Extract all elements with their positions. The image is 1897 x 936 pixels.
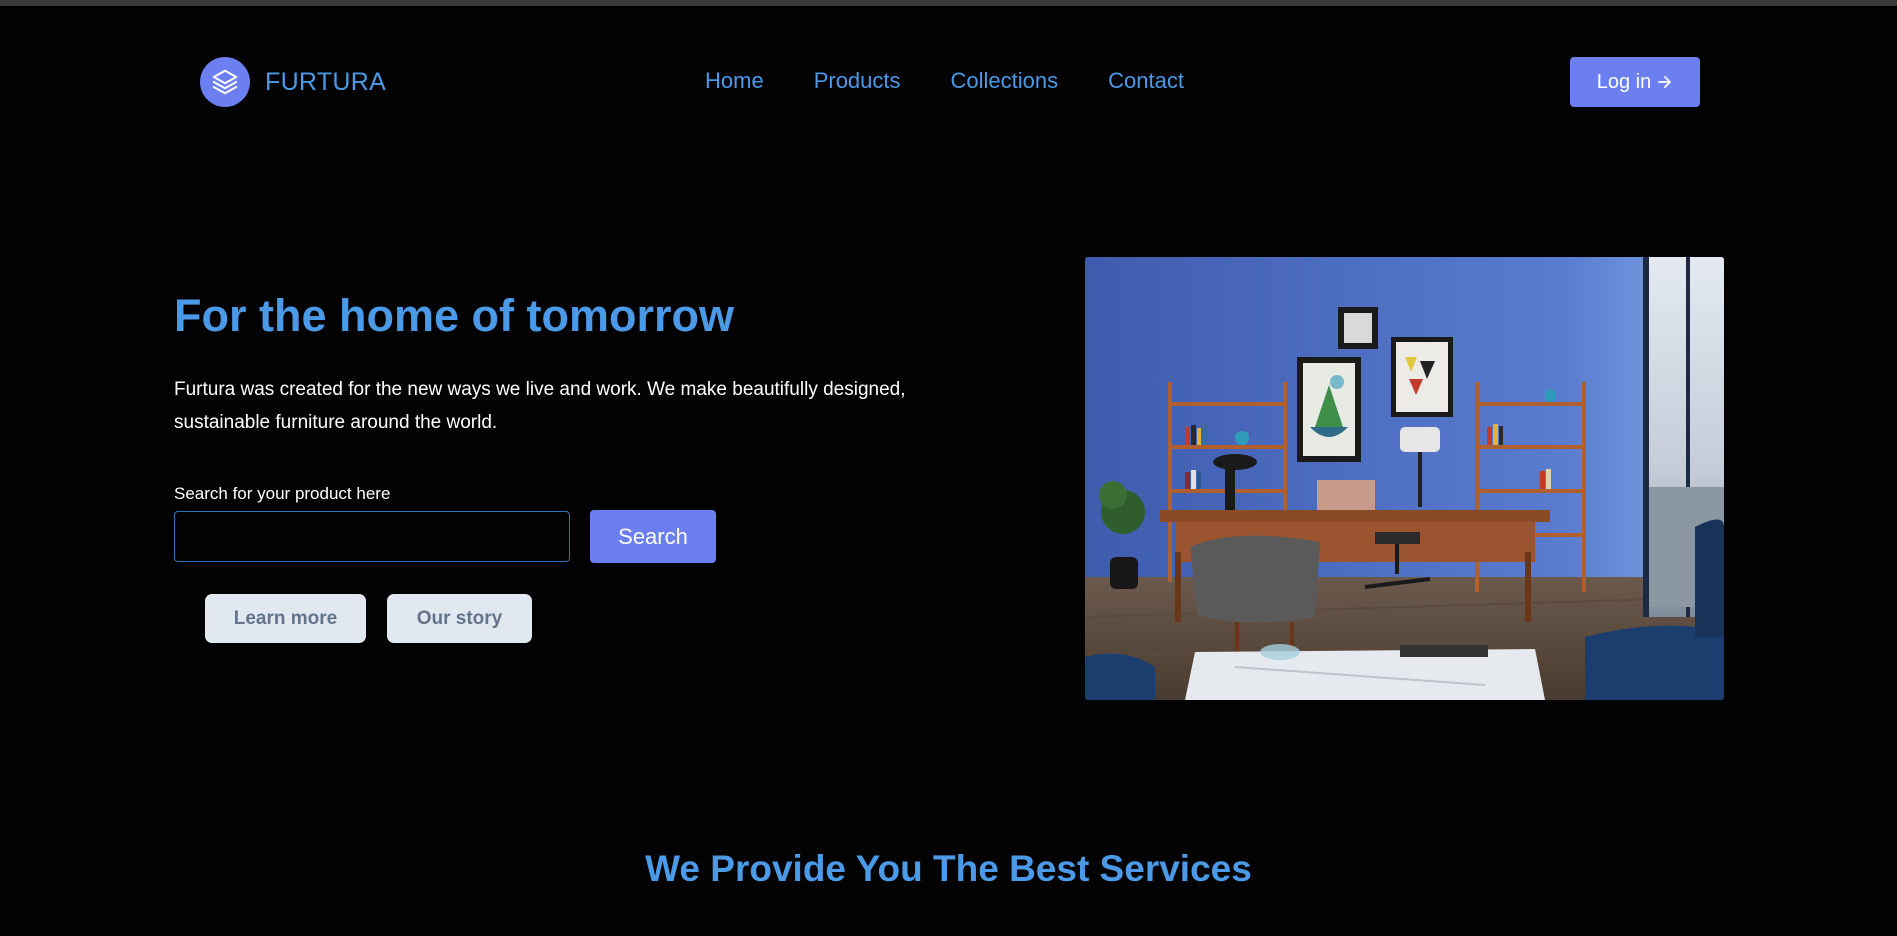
login-button[interactable]: Log in [1570, 57, 1700, 107]
window-top-bar [0, 0, 1897, 6]
our-story-button[interactable]: Our story [387, 594, 532, 643]
nav-products[interactable]: Products [814, 68, 901, 94]
brand-name: FURTURA [265, 67, 387, 96]
search-label: Search for your product here [174, 484, 391, 503]
services-title: We Provide You The Best Services [645, 848, 1252, 889]
search-input[interactable] [174, 511, 570, 562]
learn-more-button[interactable]: Learn more [205, 594, 366, 643]
hero-title: For the home of tomorrow [174, 290, 734, 341]
hero-image [1085, 257, 1724, 700]
nav-collections[interactable]: Collections [951, 68, 1059, 94]
login-label: Log in [1596, 70, 1652, 93]
main-nav: Home Products Collections Contact [705, 68, 1234, 94]
nav-contact[interactable]: Contact [1108, 68, 1184, 94]
brand-logo[interactable]: FURTURA [200, 57, 386, 107]
hero-description: Furtura was created for the new ways we … [174, 379, 906, 433]
arrow-right-icon [1658, 76, 1672, 88]
nav-home[interactable]: Home [705, 68, 764, 94]
search-button[interactable]: Search [590, 510, 716, 563]
layers-icon [200, 57, 250, 107]
